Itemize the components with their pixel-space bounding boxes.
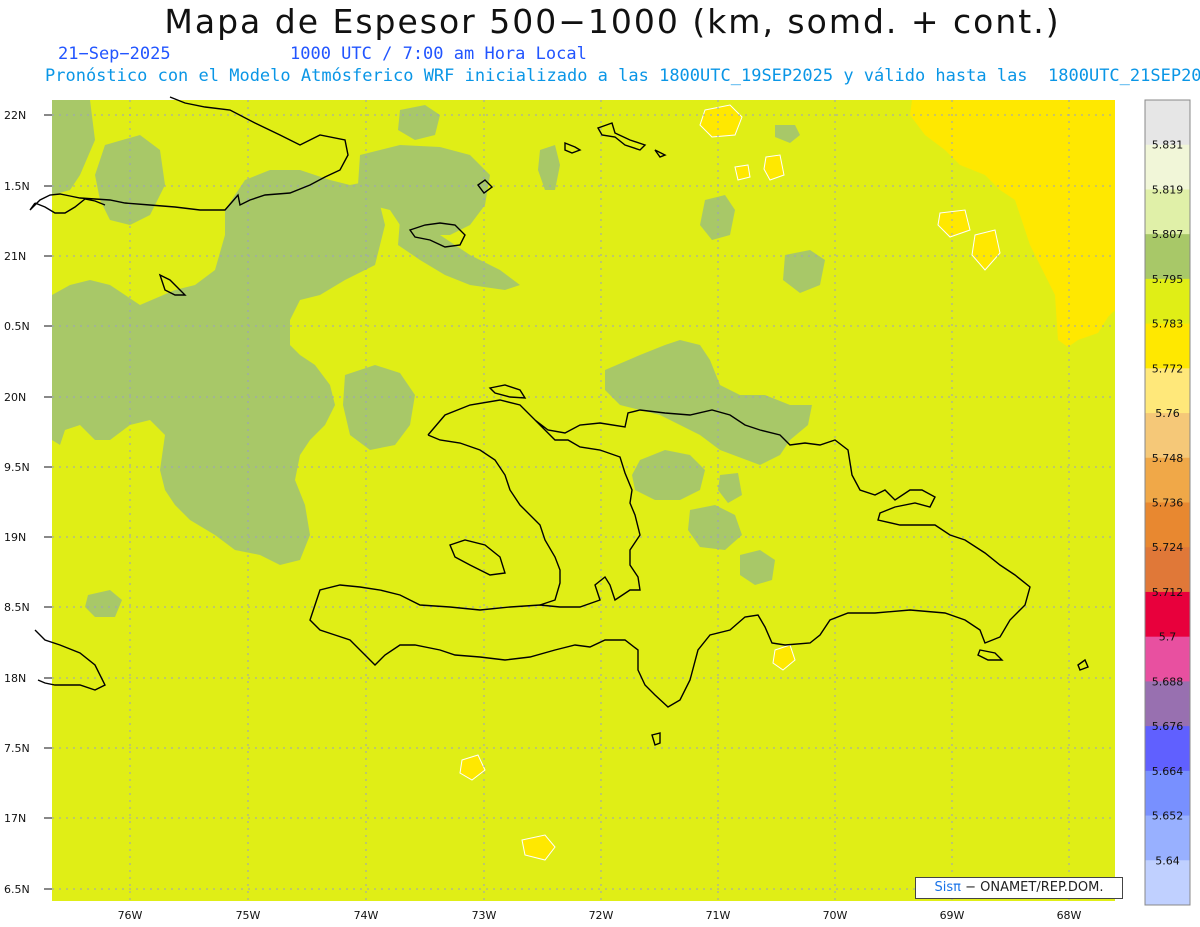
credit-box: Sisπ − ONAMET/REP.DOM. [915,877,1123,899]
sispi-logo: Sisπ [934,880,961,895]
forecast-time: 1000 UTC / 7:00 am Hora Local [290,44,587,64]
lat-label: 17N [4,812,26,825]
lat-label: 8.5N [4,601,30,614]
model-info: Pronóstico con el Modelo Atmósferico WRF… [45,66,1200,86]
colorbar-label: 5.736 [1152,497,1184,510]
colorbar-label: 5.795 [1152,273,1184,286]
axis-ticks [44,114,52,890]
colorbar-label: 5.7 [1159,631,1177,644]
lat-label: 7.5N [4,742,30,755]
longitude-labels: 76W 75W 74W 73W 72W 71W 70W 69W 68W [118,909,1082,922]
colorbar-label: 5.748 [1152,452,1184,465]
colorbar-label: 5.64 [1155,854,1180,867]
lon-label: 76W [118,909,143,922]
colorbar-label: 5.76 [1155,407,1180,420]
map-title: Mapa de Espesor 500−1000 (km, somd. + co… [164,2,1061,41]
lon-label: 70W [823,909,848,922]
lat-label: 22N [4,109,26,122]
credit-text: − ONAMET/REP.DOM. [965,880,1104,895]
lon-label: 74W [354,909,379,922]
lat-label: 6.5N [4,883,30,896]
forecast-date: 21−Sep−2025 [58,44,171,64]
latitude-labels: 22N 1.5N 21N 0.5N 20N 9.5N 19N 8.5N 18N … [4,109,30,896]
lon-label: 69W [940,909,965,922]
colorbar-label: 5.772 [1152,362,1184,375]
lat-label: 0.5N [4,320,30,333]
lon-label: 68W [1057,909,1082,922]
colorbar-label: 5.819 [1152,183,1184,196]
colorbar-label: 5.688 [1152,675,1184,688]
lon-label: 75W [236,909,261,922]
lat-label: 1.5N [4,180,30,193]
lon-label: 71W [706,909,731,922]
lon-label: 73W [472,909,497,922]
lat-label: 19N [4,531,26,544]
thickness-map: 22N 1.5N 21N 0.5N 20N 9.5N 19N 8.5N 18N … [4,96,1191,922]
colorbar-label: 5.724 [1152,541,1184,554]
colorbar-label: 5.712 [1152,586,1184,599]
colorbar-label: 5.664 [1152,765,1184,778]
lon-label: 72W [589,909,614,922]
lat-label: 9.5N [4,461,30,474]
colorbar-label: 5.831 [1152,139,1184,152]
colorbar: 5.831 5.819 5.807 5.795 5.783 5.772 5.76 5.748 5… [1144,99,1191,906]
lat-label: 18N [4,672,26,685]
yellow-patch-g [734,164,751,181]
colorbar-label: 5.783 [1152,318,1184,331]
colorbar-label: 5.652 [1152,810,1184,823]
lat-label: 21N [4,250,26,263]
lat-label: 20N [4,391,26,404]
colorbar-label: 5.807 [1152,228,1184,241]
colorbar-label: 5.676 [1152,720,1184,733]
